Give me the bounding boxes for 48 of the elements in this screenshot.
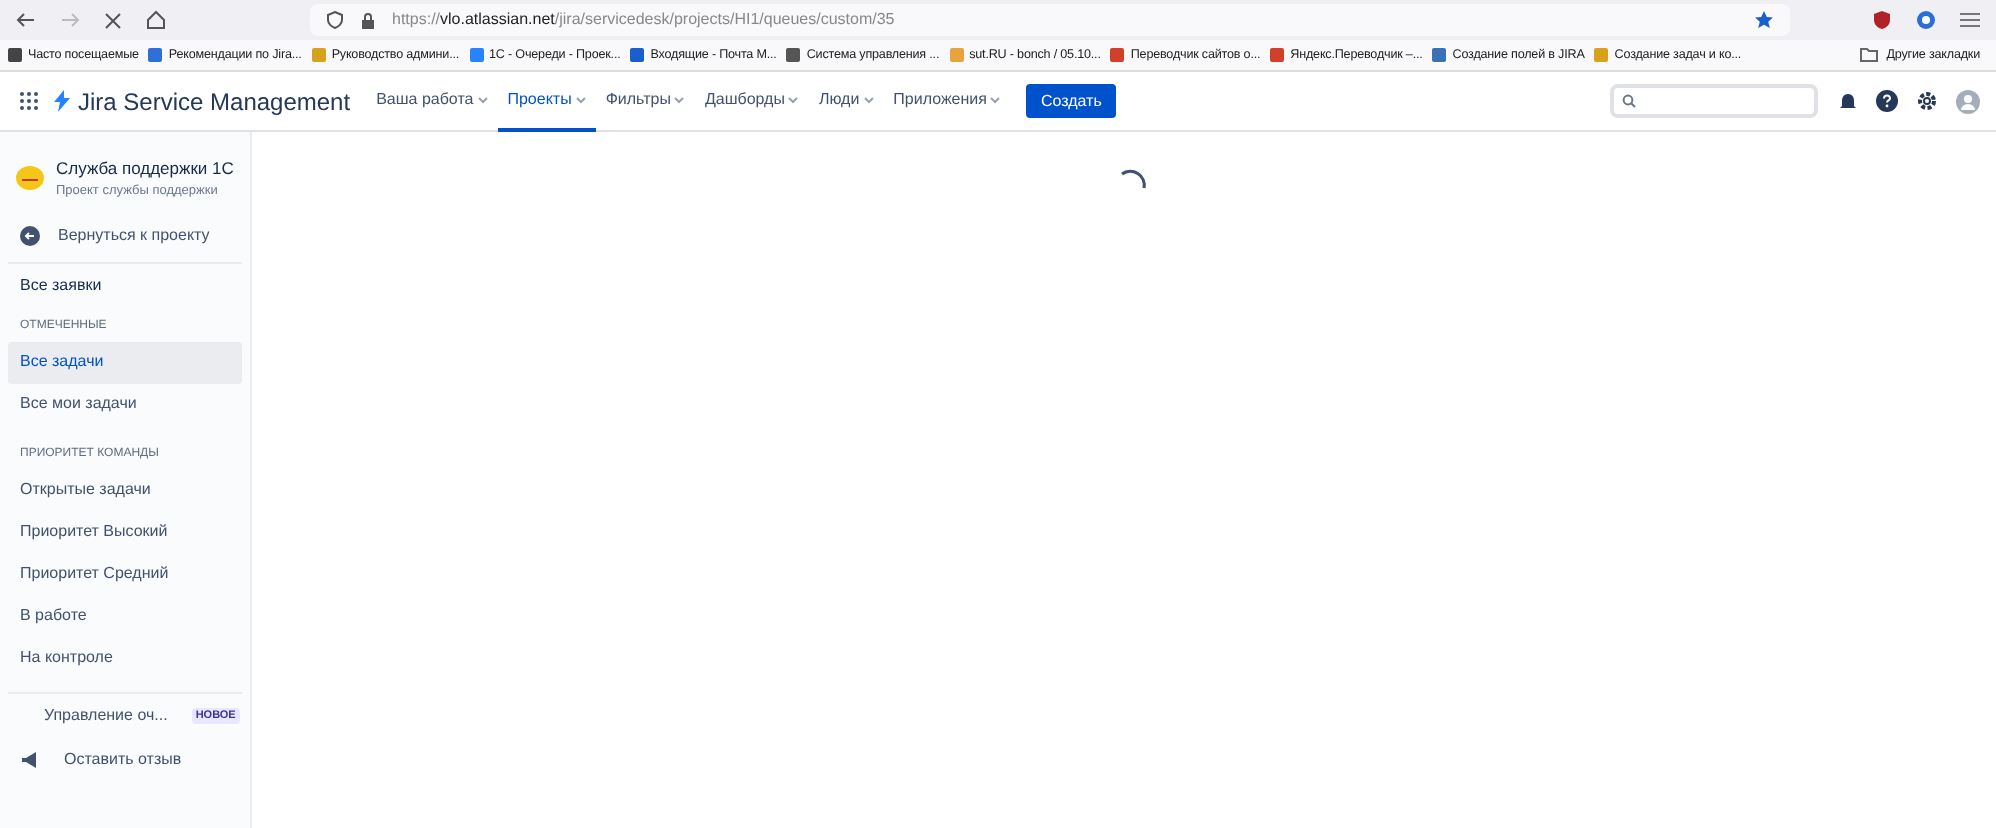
star-icon[interactable] <box>1754 10 1774 30</box>
close-icon[interactable] <box>104 11 122 29</box>
project-name: Служба поддержки 1С <box>56 156 234 182</box>
queue-link[interactable]: На контроле <box>8 637 242 679</box>
sidebar-link[interactable]: Оставить отзыв <box>64 748 182 772</box>
queue-link[interactable]: Все мои задачи <box>8 383 242 425</box>
back-arrow-icon[interactable] <box>20 225 40 245</box>
chevron-down-icon <box>674 95 685 103</box>
chevron-down-icon <box>575 95 586 103</box>
back-icon[interactable] <box>16 10 36 30</box>
queue-link[interactable]: Открытые задачи <box>8 469 242 511</box>
settings-icon[interactable] <box>1916 90 1938 112</box>
menu-icon[interactable] <box>1960 12 1980 28</box>
nav-menu-tab[interactable]: Фильтры <box>595 71 695 131</box>
lock-icon <box>360 11 376 29</box>
queue-link[interactable]: Все задачи <box>8 341 242 383</box>
chevron-down-icon <box>990 95 1001 103</box>
queue-link[interactable]: Приоритет Средний <box>8 553 242 595</box>
create-button[interactable]: Создать <box>1026 84 1116 118</box>
app-switcher-icon[interactable] <box>20 92 38 110</box>
all-requests-link[interactable]: Все заявки <box>8 273 242 297</box>
nav-menu-tab[interactable]: Приложения <box>883 71 1011 131</box>
chevron-down-icon <box>863 95 874 103</box>
search-field[interactable] <box>1610 84 1818 118</box>
nav-menu-tab[interactable]: Проекты <box>497 71 596 131</box>
help-icon[interactable] <box>1876 90 1898 112</box>
nav-menu-tab[interactable]: Люди <box>808 71 884 131</box>
circle-icon[interactable] <box>1916 10 1936 30</box>
product-logo[interactable]: Jira Service Management <box>78 83 351 119</box>
back-to-project-link[interactable]: Вернуться к проекту <box>58 223 210 247</box>
home-icon[interactable] <box>146 10 166 30</box>
url-text: https://vlo.atlassian.net/jira/servicedesk/projects/HI1/queues/custom/35 <box>392 8 895 32</box>
bell-icon[interactable] <box>1838 91 1858 111</box>
bolt-icon <box>54 90 70 112</box>
search-icon <box>1622 94 1636 108</box>
address-bar[interactable]: https://vlo.atlassian.net/jira/servicedesk/projects/HI1/queues/custom/35 <box>310 4 1790 36</box>
nav-menu-tab[interactable]: Дашборды <box>694 71 809 131</box>
queue-link[interactable]: В работе <box>8 595 242 637</box>
sidebar-link[interactable]: Управление оч... <box>44 704 168 728</box>
project-avatar-icon <box>16 166 44 191</box>
nav-menu-tab[interactable]: Ваша работа <box>366 71 498 131</box>
chevron-down-icon <box>788 95 799 103</box>
queue-link[interactable]: Приоритет Высокий <box>8 511 242 553</box>
chevron-down-icon <box>477 95 488 103</box>
megaphone-icon <box>20 750 40 770</box>
shield-icon <box>326 10 344 30</box>
shield-icon[interactable] <box>1872 10 1892 30</box>
folder-icon <box>1860 48 1879 62</box>
